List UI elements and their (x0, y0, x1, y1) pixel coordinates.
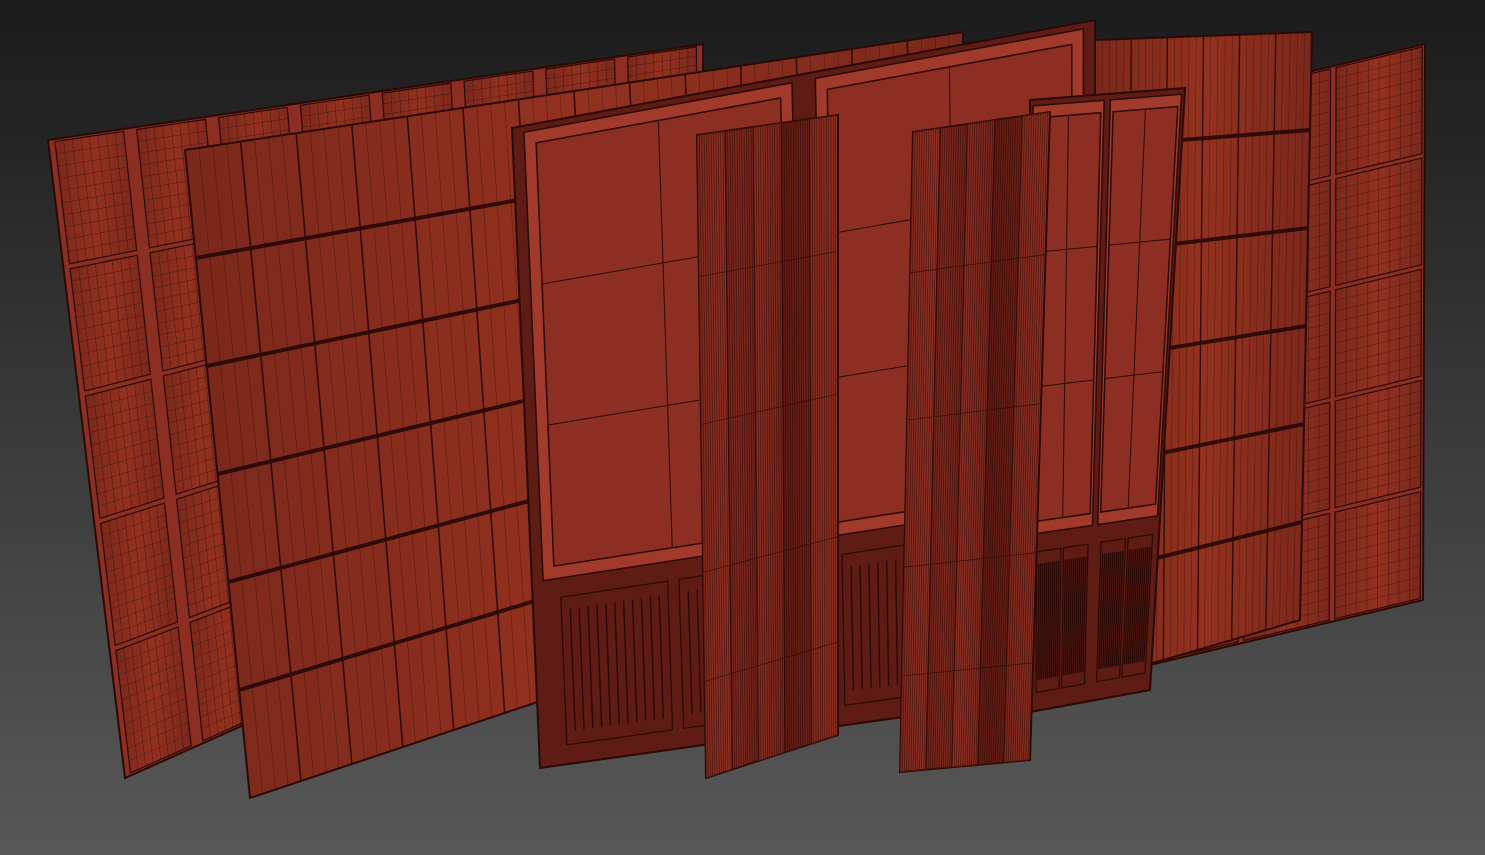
3d-viewport[interactable] (0, 0, 1485, 855)
right-curtain[interactable] (898, 110, 1052, 774)
left-curtain[interactable] (695, 113, 839, 780)
wireframe-render[interactable] (0, 0, 1485, 855)
